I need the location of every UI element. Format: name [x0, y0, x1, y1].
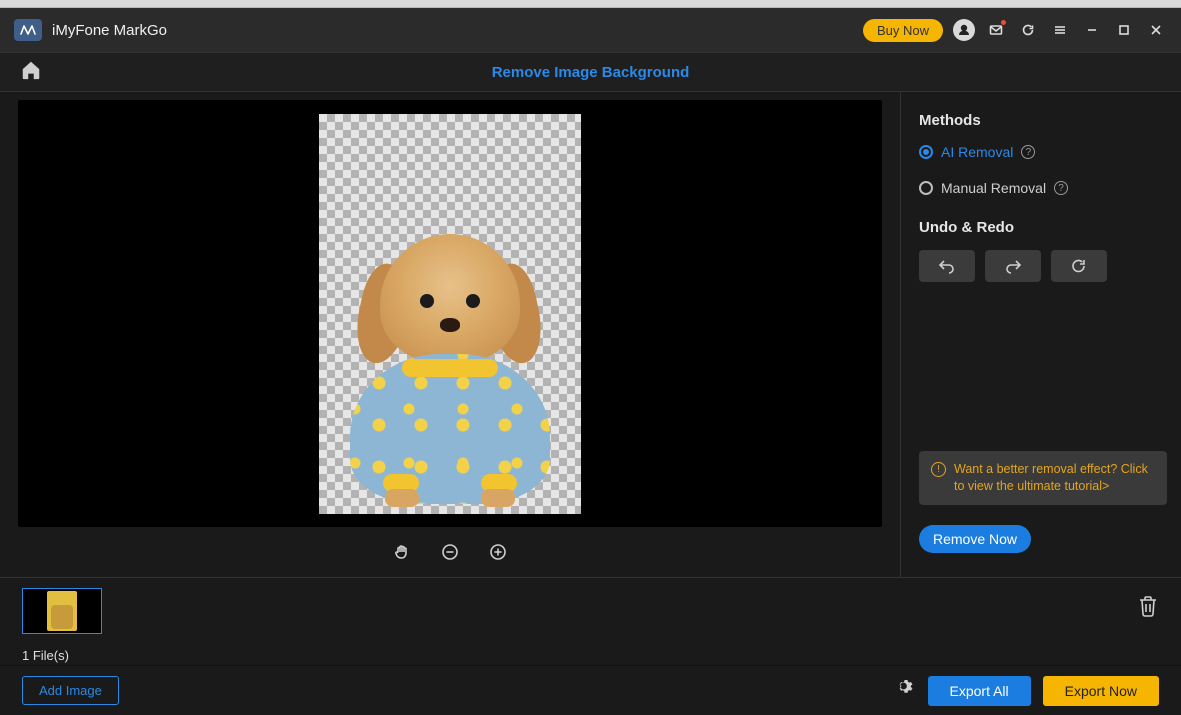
page-title: Remove Image Background	[492, 64, 690, 81]
file-count: 1 File(s)	[22, 648, 1159, 663]
sidebar: Methods AI Removal ? Manual Removal ? Un…	[901, 92, 1181, 577]
settings-button[interactable]	[896, 678, 916, 703]
delete-button[interactable]	[1137, 588, 1159, 623]
home-button[interactable]	[20, 59, 42, 86]
ai-removal-label: AI Removal	[941, 144, 1013, 160]
maximize-button[interactable]	[1113, 19, 1135, 41]
export-all-button[interactable]: Export All	[928, 676, 1031, 706]
mail-icon[interactable]	[985, 19, 1007, 41]
alert-icon: !	[931, 462, 946, 477]
undo-button[interactable]	[919, 250, 975, 282]
radio-selected-icon	[919, 145, 933, 159]
footer: Add Image Export All Export Now	[0, 665, 1181, 715]
export-now-button[interactable]: Export Now	[1043, 676, 1159, 706]
ai-removal-option[interactable]: AI Removal ?	[919, 139, 1167, 165]
app-logo-icon	[14, 19, 42, 41]
tip-text: Want a better removal effect? Click to v…	[954, 461, 1155, 495]
thumbnail-item[interactable]	[22, 588, 102, 634]
redo-button[interactable]	[985, 250, 1041, 282]
workspace	[0, 92, 901, 577]
remove-now-button[interactable]: Remove Now	[919, 525, 1031, 553]
zoom-in-icon[interactable]	[486, 540, 510, 564]
undo-redo-row	[919, 250, 1167, 282]
close-button[interactable]	[1145, 19, 1167, 41]
undo-redo-heading: Undo & Redo	[919, 219, 1167, 236]
edited-image	[319, 114, 581, 514]
manual-removal-label: Manual Removal	[941, 180, 1046, 196]
methods-heading: Methods	[919, 112, 1167, 129]
menu-icon[interactable]	[1049, 19, 1071, 41]
toolbar: Remove Image Background	[0, 52, 1181, 92]
window-top-strip	[0, 0, 1181, 8]
add-image-button[interactable]: Add Image	[22, 676, 119, 705]
hand-tool-icon[interactable]	[390, 540, 414, 564]
canvas[interactable]	[18, 100, 882, 527]
buy-now-button[interactable]: Buy Now	[863, 19, 943, 42]
radio-icon	[919, 181, 933, 195]
manual-removal-option[interactable]: Manual Removal ?	[919, 175, 1167, 201]
info-icon[interactable]: ?	[1054, 181, 1068, 195]
app-window: iMyFone MarkGo Buy Now Remove Image Back…	[0, 0, 1181, 715]
app-title: iMyFone MarkGo	[52, 22, 167, 39]
thumbnail-strip: 1 File(s)	[0, 577, 1181, 665]
thumbnail-image	[47, 591, 77, 631]
account-icon[interactable]	[953, 19, 975, 41]
titlebar: iMyFone MarkGo Buy Now	[0, 8, 1181, 52]
zoom-out-icon[interactable]	[438, 540, 462, 564]
reset-button[interactable]	[1051, 250, 1107, 282]
info-icon[interactable]: ?	[1021, 145, 1035, 159]
minimize-button[interactable]	[1081, 19, 1103, 41]
main-area: Methods AI Removal ? Manual Removal ? Un…	[0, 92, 1181, 577]
tutorial-tip[interactable]: ! Want a better removal effect? Click to…	[919, 451, 1167, 505]
canvas-tools	[18, 527, 882, 577]
refresh-icon[interactable]	[1017, 19, 1039, 41]
